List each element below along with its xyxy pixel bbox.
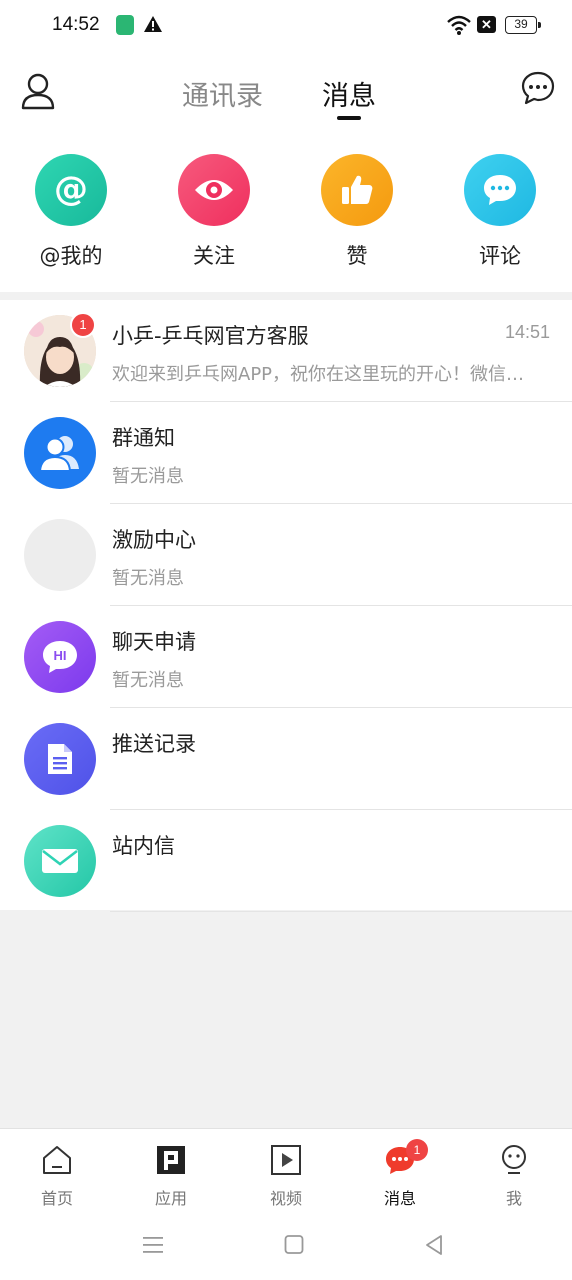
home-icon — [17, 1143, 97, 1177]
nav-apps[interactable]: 应用 — [131, 1143, 211, 1209]
conversation-preview: 暂无消息 — [112, 670, 184, 691]
status-time: 14:52 — [52, 14, 100, 35]
quick-action-likes[interactable]: 赞 — [302, 154, 412, 270]
comment-icon — [464, 154, 536, 226]
nav-label: 首页 — [40, 1189, 73, 1208]
wifi-icon — [447, 15, 471, 35]
quick-action-label: 关注 — [193, 244, 235, 268]
user-icon[interactable] — [20, 72, 56, 112]
at-icon: @ — [35, 154, 107, 226]
group-icon — [24, 417, 96, 489]
profile-icon — [474, 1143, 554, 1177]
conversation-title: 站内信 — [112, 834, 175, 858]
nav-label: 视频 — [269, 1189, 302, 1208]
chat-request-icon: HI — [24, 621, 96, 693]
home-button-icon[interactable] — [284, 1234, 304, 1256]
nav-label: 应用 — [154, 1189, 187, 1208]
app-notification-icon — [116, 15, 134, 35]
menu-icon[interactable] — [142, 1234, 164, 1256]
quick-action-follow[interactable]: 关注 — [159, 154, 269, 270]
warning-icon — [144, 16, 162, 32]
bottom-navigation: 首页 应用 视频 1 消息 我 — [0, 1128, 572, 1216]
conversation-title: 聊天申请 — [112, 630, 196, 654]
divider — [110, 911, 572, 912]
conversation-time: 14:51 — [504, 322, 550, 342]
conversation-title: 小乒-乒乓网官方客服 — [112, 324, 309, 348]
system-navigation-bar — [0, 1216, 572, 1280]
nav-label: 消息 — [383, 1189, 416, 1208]
conversation-preview: 欢迎来到乒乓网APP，祝你在这里玩的开心！微信交流群... — [112, 364, 532, 385]
conversation-item-inbox[interactable]: 站内信 — [0, 810, 572, 912]
conversation-item-group-notice[interactable]: 群通知 暂无消息 — [0, 402, 572, 504]
nav-label: 我 — [505, 1189, 522, 1208]
conversation-item-chat-request[interactable]: HI 聊天申请 暂无消息 — [0, 606, 572, 708]
top-header: 通讯录 消息 — [0, 52, 572, 132]
nav-video[interactable]: 视频 — [246, 1143, 326, 1209]
nav-home[interactable]: 首页 — [17, 1143, 97, 1209]
avatar-placeholder — [24, 519, 96, 591]
status-bar: 14:52 ✕ 39 — [0, 0, 572, 52]
conversation-title: 推送记录 — [112, 732, 196, 756]
conversation-preview: 暂无消息 — [112, 568, 184, 589]
back-icon[interactable] — [424, 1234, 444, 1256]
battery-icon: 39 — [505, 16, 541, 34]
conversation-item-customer-service[interactable]: 1 小乒-乒乓网官方客服 14:51 欢迎来到乒乓网APP，祝你在这里玩的开心！… — [0, 300, 572, 402]
message-icon: 1 — [360, 1139, 440, 1177]
apps-icon — [131, 1143, 211, 1177]
conversation-list: 1 小乒-乒乓网官方客服 14:51 欢迎来到乒乓网APP，祝你在这里玩的开心！… — [0, 300, 572, 912]
nav-unread-badge: 1 — [406, 1139, 428, 1161]
conversation-item-push-records[interactable]: 推送记录 — [0, 708, 572, 810]
unread-badge: 1 — [70, 312, 96, 338]
quick-action-mentions[interactable]: @ @我的 — [16, 154, 126, 270]
no-sim-icon: ✕ — [477, 16, 496, 33]
quick-action-comments[interactable]: 评论 — [445, 154, 555, 270]
conversation-title: 群通知 — [112, 426, 175, 450]
nav-profile[interactable]: 我 — [474, 1143, 554, 1209]
chat-request-avatar-text: HI — [54, 648, 67, 663]
conversation-item-incentive-center[interactable]: 激励中心 暂无消息 — [0, 504, 572, 606]
quick-actions: @ @我的 关注 赞 评论 — [0, 132, 572, 292]
tab-messages[interactable]: 消息 — [322, 74, 376, 113]
conversation-title: 激励中心 — [112, 528, 196, 552]
quick-action-label: @我的 — [39, 244, 103, 268]
mail-icon — [24, 825, 96, 897]
thumbs-up-icon — [321, 154, 393, 226]
chat-options-icon[interactable] — [520, 70, 556, 106]
nav-messages[interactable]: 1 消息 — [360, 1139, 440, 1209]
quick-action-label: 评论 — [479, 244, 521, 268]
svg-text:@: @ — [54, 170, 88, 209]
quick-action-label: 赞 — [346, 244, 368, 268]
conversation-preview: 暂无消息 — [112, 466, 184, 487]
video-icon — [246, 1143, 326, 1177]
active-tab-indicator — [337, 116, 361, 120]
tab-contacts[interactable]: 通讯录 — [182, 74, 263, 113]
eye-icon — [178, 154, 250, 226]
document-icon — [24, 723, 96, 795]
